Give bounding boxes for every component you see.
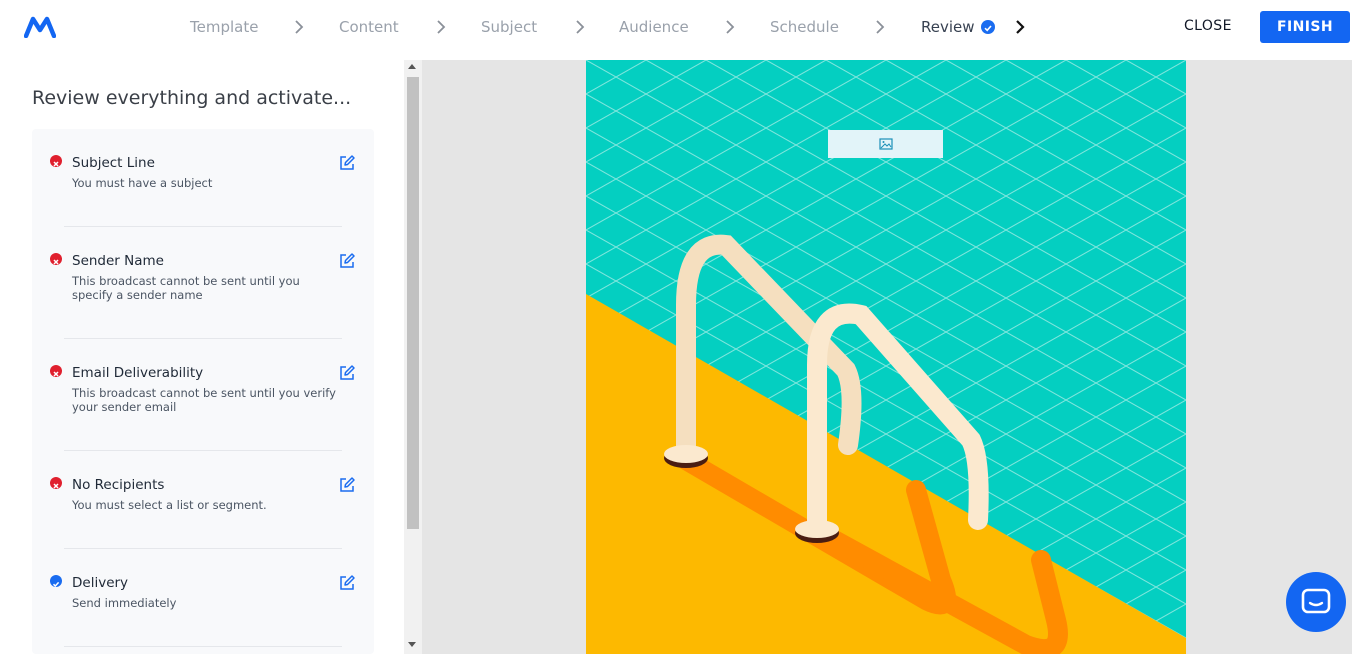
chevron-right-icon: [437, 20, 446, 34]
divider: [64, 226, 342, 227]
step-subject[interactable]: Subject: [481, 18, 537, 36]
edit-icon[interactable]: [338, 476, 356, 494]
check-circle-icon: [50, 575, 62, 588]
top-bar: Template Content Subject Audience Schedu…: [0, 0, 1352, 56]
step-audience[interactable]: Audience: [619, 18, 689, 36]
step-template[interactable]: Template: [190, 18, 258, 36]
image-placeholder-icon: [878, 138, 893, 150]
item-title: Delivery: [72, 575, 129, 591]
panel-title: Review everything and activate...: [32, 87, 352, 109]
image-block[interactable]: [828, 130, 943, 158]
item-description: This broadcast cannot be sent until you …: [72, 274, 300, 302]
close-button[interactable]: CLOSE: [1184, 18, 1232, 34]
chat-launcher-button[interactable]: [1286, 572, 1346, 632]
chevron-right-icon[interactable]: [1014, 18, 1026, 36]
divider: [64, 450, 342, 451]
panel-scrollbar[interactable]: [404, 60, 422, 654]
chevron-right-icon: [295, 20, 304, 34]
item-title: Sender Name: [72, 253, 164, 269]
item-description: You must have a subject: [72, 176, 213, 190]
finish-button[interactable]: FINISH: [1260, 11, 1350, 43]
edit-icon[interactable]: [338, 364, 356, 382]
chat-icon: [1301, 588, 1331, 614]
review-panel: Review everything and activate... Subjec…: [0, 56, 404, 654]
check-circle-icon: [981, 20, 995, 34]
error-icon: [50, 477, 62, 489]
error-icon: [50, 365, 62, 377]
scroll-down-arrow-icon[interactable]: [408, 642, 416, 647]
scroll-thumb[interactable]: [407, 77, 419, 529]
chevron-right-icon: [876, 20, 885, 34]
chevron-right-icon: [726, 20, 735, 34]
divider: [64, 338, 342, 339]
edit-icon[interactable]: [338, 574, 356, 592]
edit-icon[interactable]: [338, 154, 356, 172]
error-icon: [50, 253, 62, 265]
chevron-right-icon: [576, 20, 585, 34]
item-description: You must select a list or segment.: [72, 498, 267, 512]
email-canvas: [586, 60, 1186, 654]
error-icon: [50, 155, 62, 167]
item-title: Subject Line: [72, 155, 155, 171]
step-review[interactable]: Review: [921, 18, 975, 36]
item-description: Send immediately: [72, 596, 177, 610]
review-checklist: Subject Line You must have a subject Sen…: [32, 129, 374, 654]
item-description: This broadcast cannot be sent until you …: [72, 386, 336, 414]
divider: [64, 646, 342, 647]
divider: [64, 548, 342, 549]
item-title: No Recipients: [72, 477, 165, 493]
step-content[interactable]: Content: [339, 18, 399, 36]
item-title: Email Deliverability: [72, 365, 204, 381]
scroll-up-arrow-icon[interactable]: [408, 64, 416, 69]
email-preview: [422, 60, 1352, 654]
brand-logo-icon[interactable]: [24, 16, 56, 38]
step-schedule[interactable]: Schedule: [770, 18, 839, 36]
edit-icon[interactable]: [338, 252, 356, 270]
